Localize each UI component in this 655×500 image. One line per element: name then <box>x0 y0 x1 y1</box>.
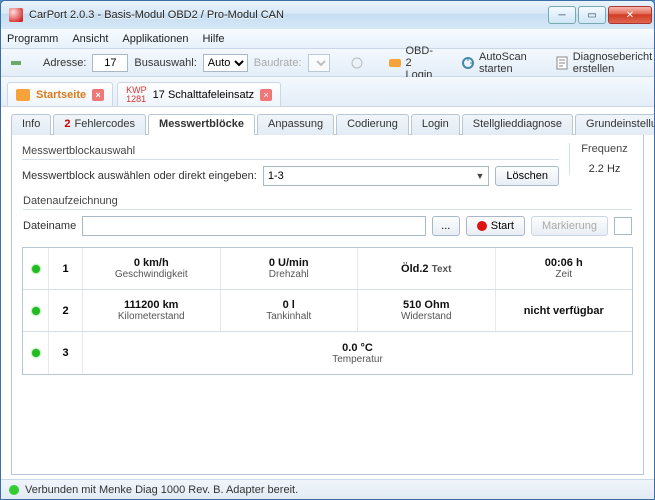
data-cell: 0 lTankinhalt <box>221 290 359 331</box>
tab-module-17[interactable]: KWP 1281 17 Schalttafeleinsatz × <box>117 82 281 106</box>
row-index: 2 <box>49 290 83 331</box>
autoscan-button[interactable]: AutoScan starten <box>457 49 531 77</box>
filename-input[interactable] <box>82 216 426 236</box>
filename-label: Dateiname <box>23 220 76 232</box>
table-row: 30.0 °CTemperatur <box>23 332 632 374</box>
baud-label: Baudrate: <box>254 57 302 69</box>
baud-select <box>308 54 330 72</box>
mark-button: Markierung <box>531 216 608 236</box>
menu-hilfe[interactable]: Hilfe <box>202 33 224 45</box>
tab-stellglieddiagnose[interactable]: Stellglieddiagnose <box>462 114 573 135</box>
row-led <box>23 332 49 374</box>
table-row: 2111200 kmKilometerstand0 lTankinhalt510… <box>23 290 632 332</box>
maximize-button[interactable]: ▭ <box>578 6 606 24</box>
block-select-label: Messwertblock auswählen oder direkt eing… <box>22 170 257 182</box>
mark-checkbox[interactable] <box>614 217 632 235</box>
row-led <box>23 248 49 289</box>
data-cell: 00:06 hZeit <box>496 248 633 289</box>
autoscan-icon <box>461 56 475 70</box>
close-button[interactable]: ✕ <box>608 6 652 24</box>
row-led <box>23 290 49 331</box>
data-cell: 0.0 °CTemperatur <box>83 332 632 374</box>
chevron-down-icon: ▼ <box>475 171 484 181</box>
data-cell: 0 U/minDrehzahl <box>221 248 359 289</box>
obd-icon <box>388 56 402 70</box>
address-input[interactable] <box>92 54 128 72</box>
tab-grundeinstellung[interactable]: Grundeinstellung <box>575 114 654 135</box>
data-cell: nicht verfügbar <box>496 290 633 331</box>
statusbar: Verbunden mit Menke Diag 1000 Rev. B. Ad… <box>1 479 654 499</box>
close-tab-icon[interactable]: × <box>260 89 272 101</box>
row-index: 1 <box>49 248 83 289</box>
data-table: 10 km/hGeschwindigkeit0 U/minDrehzahlÖld… <box>22 247 633 375</box>
menubar: Programm Ansicht Applikationen Hilfe <box>1 29 654 49</box>
selection-title: Messwertblockauswahl <box>22 143 559 160</box>
row-index: 3 <box>49 332 83 374</box>
connect-icon[interactable] <box>9 56 23 70</box>
minimize-button[interactable]: ─ <box>548 6 576 24</box>
car-icon <box>16 89 30 101</box>
close-tab-icon[interactable]: × <box>92 89 104 101</box>
bus-label: Busauswahl: <box>134 57 196 69</box>
content-panel: Messwertblockauswahl Messwertblock auswä… <box>11 135 644 475</box>
browse-button[interactable]: ... <box>432 216 460 236</box>
delete-button[interactable]: Löschen <box>495 166 559 186</box>
data-cell: 510 OhmWiderstand <box>358 290 496 331</box>
block-select-combo[interactable]: 1-3 ▼ <box>263 166 490 186</box>
tab-codierung[interactable]: Codierung <box>336 114 409 135</box>
page-tabs: Startseite × KWP 1281 17 Schalttafeleins… <box>1 77 654 107</box>
data-cell: 0 km/hGeschwindigkeit <box>83 248 221 289</box>
record-title: Datenaufzeichnung <box>23 193 632 210</box>
report-icon <box>555 56 569 70</box>
window-title: CarPort 2.0.3 - Basis-Modul OBD2 / Pro-M… <box>29 9 548 21</box>
tab-login[interactable]: Login <box>411 114 460 135</box>
data-cell: Öld.2 Text <box>358 248 496 289</box>
status-led-icon <box>9 485 19 495</box>
titlebar[interactable]: CarPort 2.0.3 - Basis-Modul OBD2 / Pro-M… <box>1 1 654 29</box>
app-icon <box>9 8 23 22</box>
address-label: Adresse: <box>43 57 86 69</box>
menu-applikationen[interactable]: Applikationen <box>122 33 188 45</box>
tab-fehlercodes[interactable]: 2Fehlercodes <box>53 114 146 135</box>
table-row: 10 km/hGeschwindigkeit0 U/minDrehzahlÖld… <box>23 248 632 290</box>
start-record-button[interactable]: Start <box>466 216 525 236</box>
menu-programm[interactable]: Programm <box>7 33 58 45</box>
data-cell: 111200 kmKilometerstand <box>83 290 221 331</box>
tab-messwertbloecke[interactable]: Messwertblöcke <box>148 114 255 135</box>
bus-select[interactable]: Auto <box>203 54 248 72</box>
main-panel: Info 2Fehlercodes Messwertblöcke Anpassu… <box>1 107 654 479</box>
toolbar: Adresse: Busauswahl: Auto Baudrate: OBD-… <box>1 49 654 77</box>
tab-startseite[interactable]: Startseite × <box>7 82 113 106</box>
sub-tabs: Info 2Fehlercodes Messwertblöcke Anpassu… <box>11 113 644 135</box>
status-text: Verbunden mit Menke Diag 1000 Rev. B. Ad… <box>25 484 298 496</box>
app-window: CarPort 2.0.3 - Basis-Modul OBD2 / Pro-M… <box>0 0 655 500</box>
action-icon <box>350 56 364 70</box>
menu-ansicht[interactable]: Ansicht <box>72 33 108 45</box>
record-icon <box>477 221 487 231</box>
frequency-box: Frequenz 2.2 Hz <box>569 143 633 175</box>
report-button[interactable]: Diagnosebericht erstellen <box>551 49 655 77</box>
tab-anpassung[interactable]: Anpassung <box>257 114 334 135</box>
tab-info[interactable]: Info <box>11 114 51 135</box>
